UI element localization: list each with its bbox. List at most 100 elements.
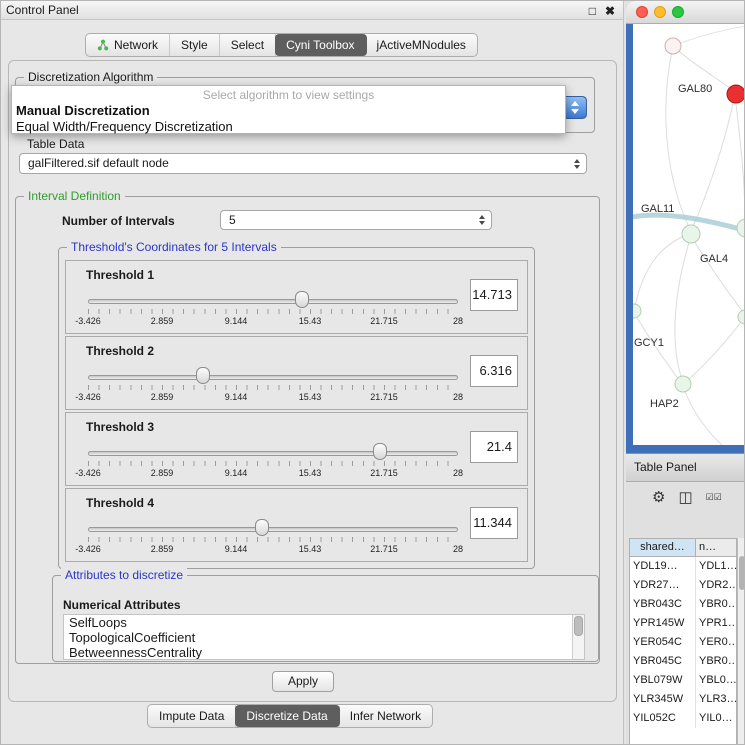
tab-network[interactable]: Network [86,34,170,56]
columns-icon[interactable]: ◫ [678,490,692,505]
node[interactable] [737,219,745,237]
node-selected-red[interactable] [727,85,745,103]
attribute-list-item[interactable]: BetweennessCentrality [64,645,584,660]
table-header-row: shared… n… [630,539,736,557]
select-columns-icon[interactable]: ☑☑ [706,493,722,502]
dropdown-placeholder-option[interactable]: Select algorithm to view settings [12,88,565,103]
scale-label: 21.715 [370,316,398,326]
table-row[interactable]: YDR27… YDR2… [630,576,736,595]
threshold-label: Threshold 2 [86,344,154,358]
threshold-value-field[interactable]: 21.4 [470,431,518,463]
network-canvas[interactable]: GAL80 GAL11 GAL4 GCY1 HAP2 [633,24,745,445]
threshold-label: Threshold 3 [86,420,154,434]
table-row[interactable]: YER054C YER0… [630,633,736,652]
slider-track[interactable] [88,299,458,304]
slider-thumb[interactable] [255,519,269,536]
slider-scale-labels: -3.426 2.859 9.144 15.43 21.715 28 [88,544,458,556]
tab-select[interactable]: Select [220,34,276,56]
scale-label: 2.859 [151,392,174,402]
threshold-value-field[interactable]: 11.344 [470,507,518,539]
scale-label: 9.144 [225,392,248,402]
scale-label: 21.715 [370,544,398,554]
table-row[interactable]: YBR043C YBR0… [630,595,736,614]
node[interactable] [633,304,641,318]
interval-definition-legend: Interval Definition [24,189,125,203]
screen: Control Panel □ ✖ Network Style Select C… [0,0,745,745]
float-window-icon[interactable]: □ [589,2,596,20]
network-node-labels: GAL80 GAL11 GAL4 GCY1 HAP2 [634,83,728,410]
name-cell: YDL1… [696,557,736,576]
node[interactable] [738,310,745,324]
tab-label: Cyni Toolbox [286,38,354,52]
attributes-group: Attributes to discretize Numerical Attri… [52,575,599,662]
column-header-name[interactable]: n… [696,539,736,556]
table-panel: ⚙ ◫ ☑☑ shared… n… YDL19… YDL1… YDR27… YD… [626,482,745,745]
slider-thumb[interactable] [196,367,210,384]
table-scrollbar[interactable] [737,538,745,745]
dropdown-option-manual-discretization[interactable]: Manual Discretization [12,103,565,119]
network-window-titlebar [626,1,745,24]
number-of-intervals-combobox[interactable]: 5 [220,210,492,230]
attributes-scrollbar[interactable] [572,615,584,659]
threshold-value-field[interactable]: 14.713 [470,279,518,311]
scrollbar-thumb[interactable] [574,616,583,636]
attribute-list-item[interactable]: SelfLoops [64,615,584,630]
thresholds-group: Threshold's Coordinates for 5 Intervals … [58,247,535,569]
table-row[interactable]: YIL052C YIL0… [630,709,736,728]
attribute-list-item[interactable]: TopologicalCoefficient [64,630,584,645]
node[interactable] [675,376,691,392]
bottom-tab-bar: Impute Data Discretize Data Infer Networ… [147,704,433,728]
node[interactable] [682,225,700,243]
threshold-value-field[interactable]: 6.316 [470,355,518,387]
table-row[interactable]: YBR045C YBR0… [630,652,736,671]
threshold-slider[interactable]: -3.426 2.859 9.144 15.43 21.715 28 [88,289,458,331]
shared-name-cell: YIL052C [630,709,696,728]
tab-style[interactable]: Style [170,34,220,56]
tab-jactivemnodules[interactable]: jActiveMNodules [366,34,477,56]
node[interactable] [665,38,681,54]
tab-cyni-toolbox[interactable]: Cyni Toolbox [275,34,366,56]
tab-discretize-data[interactable]: Discretize Data [235,705,339,727]
slider-thumb[interactable] [295,291,309,308]
scale-label: 9.144 [225,468,248,478]
table-data-combobox[interactable]: galFiltered.sif default node [19,153,587,174]
name-cell: YPR1… [696,614,736,633]
minimize-traffic-light-icon[interactable] [654,6,666,18]
scrollbar-thumb[interactable] [739,556,745,590]
slider-scale-labels: -3.426 2.859 9.144 15.43 21.715 28 [88,392,458,404]
node-table: shared… n… YDL19… YDL1… YDR27… YDR2… YBR… [629,538,737,745]
table-row[interactable]: YDL19… YDL1… [630,557,736,576]
apply-button[interactable]: Apply [272,671,334,692]
scale-label: 21.715 [370,468,398,478]
shared-name-cell: YPR145W [630,614,696,633]
slider-track[interactable] [88,451,458,456]
tab-label: Discretize Data [246,709,327,723]
tab-label: Infer Network [350,709,421,723]
slider-track[interactable] [88,527,458,532]
dropdown-option-equal-width-frequency[interactable]: Equal Width/Frequency Discretization [12,119,565,135]
table-rows: YDL19… YDL1… YDR27… YDR2… YBR043C YBR0… … [630,557,736,728]
threshold-slider[interactable]: -3.426 2.859 9.144 15.43 21.715 28 [88,365,458,407]
table-row[interactable]: YPR145W YPR1… [630,614,736,633]
slider-thumb[interactable] [373,443,387,460]
threshold-row: Threshold 3 -3.426 2.859 9.144 15.43 21.… [65,412,528,486]
threshold-slider[interactable]: -3.426 2.859 9.144 15.43 21.715 28 [88,441,458,483]
slider-track[interactable] [88,375,458,380]
close-icon[interactable]: ✖ [605,2,615,20]
tab-impute-data[interactable]: Impute Data [148,705,236,727]
scale-label: 28 [453,316,463,326]
zoom-traffic-light-icon[interactable] [672,6,684,18]
tab-infer-network[interactable]: Infer Network [339,705,432,727]
gear-icon[interactable]: ⚙ [652,490,665,505]
threshold-slider[interactable]: -3.426 2.859 9.144 15.43 21.715 28 [88,517,458,559]
scale-label: -3.426 [75,392,101,402]
close-traffic-light-icon[interactable] [636,6,648,18]
numerical-attributes-list: SelfLoops TopologicalCoefficient Between… [63,614,585,660]
scale-label: 28 [453,544,463,554]
column-header-shared-name[interactable]: shared… [630,539,696,556]
scale-label: 28 [453,468,463,478]
tab-label: jActiveMNodules [377,38,466,52]
number-of-intervals-value: 5 [229,211,236,230]
table-row[interactable]: YLR345W YLR3… [630,690,736,709]
table-row[interactable]: YBL079W YBL0… [630,671,736,690]
